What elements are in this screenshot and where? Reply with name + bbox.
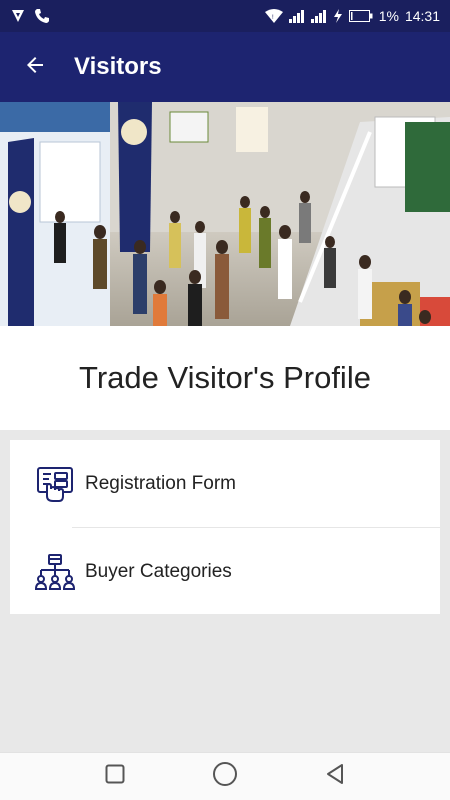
hero-image [0,102,450,326]
battery-percent: 1% [378,8,399,24]
signal-icon [310,9,327,23]
recent-apps-button[interactable] [95,757,135,797]
app-bar: Visitors [0,32,450,102]
home-icon [212,761,238,792]
back-nav-button[interactable] [315,757,355,797]
profile-title: Trade Visitor's Profile [79,360,371,395]
phone-icon [34,8,50,24]
arrow-left-icon [23,53,47,82]
recent-apps-icon [105,764,125,789]
profile-header: Trade Visitor's Profile [0,326,450,430]
registration-form-icon [34,463,76,505]
registration-form-item[interactable]: Registration Form [10,440,440,527]
home-button[interactable] [205,757,245,797]
back-button[interactable] [0,32,70,102]
status-bar: ! 1% 14:31 [0,0,450,32]
buyer-categories-item[interactable]: Buyer Categories [10,528,440,615]
org-chart-icon [34,551,76,593]
clock: 14:31 [404,8,440,24]
system-nav-bar [0,752,450,800]
menu-card: Registration Form Buyer Categories [10,440,440,614]
charging-icon [333,9,343,23]
registration-form-label: Registration Form [85,472,236,494]
back-triangle-icon [324,763,346,790]
trade-fair-crowd-photo [0,102,450,326]
wifi-icon: ! [264,9,283,23]
shield-icon [10,8,26,24]
buyer-categories-label: Buyer Categories [85,560,232,582]
battery-icon [348,10,373,22]
signal-icon [288,9,305,23]
page-title: Visitors [74,53,162,80]
